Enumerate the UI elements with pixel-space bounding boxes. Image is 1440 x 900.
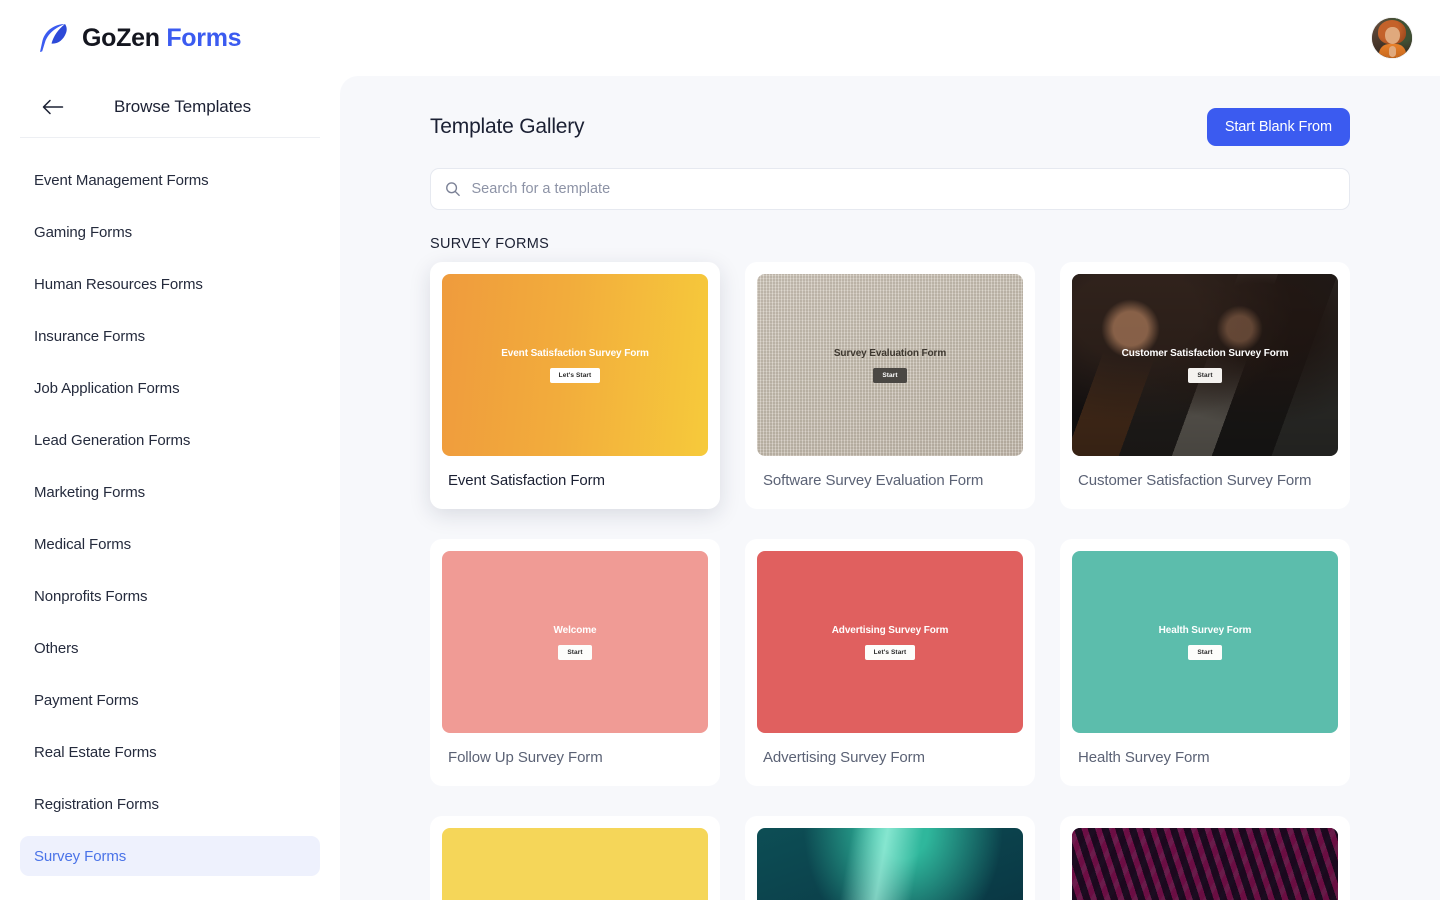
- template-card[interactable]: Event Satisfaction Survey Form Let's Star…: [430, 262, 720, 509]
- thumbnail-start-button[interactable]: Start: [1188, 367, 1222, 383]
- sidebar-item-real-estate-forms[interactable]: Real Estate Forms: [20, 732, 320, 772]
- brand-text: GoZen Forms: [82, 23, 242, 53]
- sidebar-item-registration-forms[interactable]: Registration Forms: [20, 784, 320, 824]
- template-card-caption: Health Survey Form: [1078, 749, 1210, 766]
- sidebar-item-label: Job Application Forms: [34, 379, 180, 397]
- sidebar-item-label: Registration Forms: [34, 795, 159, 813]
- thumbnail-title: Health Survey Form: [1158, 624, 1252, 636]
- template-thumbnail[interactable]: Customer Satisfaction Survey Form Start: [1072, 274, 1338, 456]
- sidebar-item-label: Human Resources Forms: [34, 275, 203, 293]
- thumbnail-title: Welcome: [553, 624, 597, 636]
- sidebar-item-label: Lead Generation Forms: [34, 431, 191, 449]
- sidebar-nav: Event Management Forms Gaming Forms Human …: [0, 138, 340, 876]
- thumbnail-start-button[interactable]: Start: [558, 644, 592, 660]
- page-title: Template Gallery: [430, 115, 585, 138]
- template-card-caption: Event Satisfaction Form: [448, 472, 605, 489]
- template-card[interactable]: Survey Evaluation Form Start Software Surv…: [745, 262, 1035, 509]
- sidebar-item-label: Nonprofits Forms: [34, 587, 148, 605]
- sidebar-item-gaming-forms[interactable]: Gaming Forms: [20, 212, 320, 252]
- gallery-header: Template Gallery Start Blank From: [430, 104, 1350, 150]
- sidebar-item-label: Insurance Forms: [34, 327, 146, 345]
- avatar-face: [1385, 27, 1400, 44]
- template-card[interactable]: Advertising Survey Form Let's Start Advert…: [745, 539, 1035, 786]
- start-blank-form-button[interactable]: Start Blank From: [1206, 108, 1350, 146]
- template-card[interactable]: Support Satisfaction SurveyLet's Start: [745, 816, 1035, 900]
- template-card[interactable]: Health Survey Form Start Health Survey For…: [1060, 539, 1350, 786]
- template-grid: Event Satisfaction Survey Form Let's Star…: [430, 262, 1350, 900]
- search-input[interactable]: [471, 169, 1335, 209]
- arrow-left-icon: [42, 99, 64, 114]
- template-thumbnail[interactable]: Client Satisfaction SurveyLet's Start: [1072, 828, 1338, 900]
- sidebar: Browse Templates Event Management Forms G…: [0, 76, 340, 900]
- back-button[interactable]: [40, 94, 66, 120]
- template-thumbnail[interactable]: Support Satisfaction SurveyLet's Start: [757, 828, 1023, 900]
- sidebar-item-payment-forms[interactable]: Payment Forms: [20, 680, 320, 720]
- sidebar-item-lead-generation-forms[interactable]: Lead Generation Forms: [20, 420, 320, 460]
- section-label: SURVEY FORMS: [430, 236, 550, 252]
- sidebar-item-others[interactable]: Others: [20, 628, 320, 668]
- thumbnail-artwork: [1072, 828, 1338, 900]
- sidebar-item-survey-forms[interactable]: Survey Forms: [20, 836, 320, 876]
- thumbnail-title: Advertising Survey Form: [831, 624, 949, 636]
- thumbnail-title: Survey Evaluation Form: [833, 347, 947, 359]
- sidebar-item-human-resources-forms[interactable]: Human Resources Forms: [20, 264, 320, 304]
- template-card-caption: Advertising Survey Form: [763, 749, 925, 766]
- sidebar-item-label: Medical Forms: [34, 535, 132, 553]
- brand-logo[interactable]: GoZen Forms: [36, 21, 242, 55]
- sidebar-item-job-application-forms[interactable]: Job Application Forms: [20, 368, 320, 408]
- template-card[interactable]: Job Satisfaction Survey FormStart: [430, 816, 720, 900]
- thumbnail-title: Customer Satisfaction Survey Form: [1121, 347, 1289, 359]
- sidebar-title: Browse Templates: [114, 96, 251, 116]
- template-thumbnail[interactable]: Job Satisfaction Survey FormStart: [442, 828, 708, 900]
- template-thumbnail[interactable]: Advertising Survey Form Let's Start: [757, 551, 1023, 733]
- template-card[interactable]: Welcome Start Follow Up Survey Form: [430, 539, 720, 786]
- brand-name: GoZen: [82, 23, 160, 52]
- sidebar-header: Browse Templates: [20, 76, 320, 138]
- top-bar: GoZen Forms: [0, 0, 1440, 76]
- sidebar-item-label: Others: [34, 639, 79, 657]
- sidebar-item-label: Payment Forms: [34, 691, 139, 709]
- template-thumbnail[interactable]: Health Survey Form Start: [1072, 551, 1338, 733]
- feather-icon: [40, 24, 67, 52]
- thumbnail-artwork: [757, 828, 1023, 900]
- avatar-hand: [1389, 46, 1396, 57]
- template-card-caption: Software Survey Evaluation Form: [763, 472, 984, 489]
- main-panel: Template Gallery Start Blank From SURVEY…: [340, 76, 1440, 900]
- avatar[interactable]: [1372, 18, 1412, 58]
- template-thumbnail[interactable]: Survey Evaluation Form Start: [757, 274, 1023, 456]
- template-thumbnail[interactable]: Event Satisfaction Survey Form Let's Star…: [442, 274, 708, 456]
- sidebar-item-label: Survey Forms: [34, 847, 127, 865]
- template-card[interactable]: Customer Satisfaction Survey Form Start Cu…: [1060, 262, 1350, 509]
- sidebar-item-label: Marketing Forms: [34, 483, 146, 501]
- sidebar-item-insurance-forms[interactable]: Insurance Forms: [20, 316, 320, 356]
- thumbnail-artwork: [757, 274, 1023, 456]
- sidebar-item-nonprofits-forms[interactable]: Nonprofits Forms: [20, 576, 320, 616]
- thumbnail-artwork: [1072, 274, 1338, 456]
- thumbnail-start-button[interactable]: Let's Start: [864, 644, 916, 660]
- sidebar-item-label: Event Management Forms: [34, 171, 209, 189]
- template-card[interactable]: Client Satisfaction SurveyLet's Start: [1060, 816, 1350, 900]
- thumbnail-start-button[interactable]: Start: [1188, 644, 1222, 660]
- thumbnail-start-button[interactable]: Let's Start: [549, 367, 601, 383]
- sidebar-item-label: Gaming Forms: [34, 223, 132, 241]
- template-card-caption: Follow Up Survey Form: [448, 749, 603, 766]
- template-card-caption: Customer Satisfaction Survey Form: [1078, 472, 1312, 489]
- thumbnail-title: Event Satisfaction Survey Form: [501, 347, 649, 359]
- sidebar-item-event-management-forms[interactable]: Event Management Forms: [20, 160, 320, 200]
- sidebar-item-label: Real Estate Forms: [34, 743, 157, 761]
- thumbnail-start-button[interactable]: Start: [873, 367, 907, 383]
- search-bar[interactable]: [430, 168, 1350, 210]
- sidebar-item-marketing-forms[interactable]: Marketing Forms: [20, 472, 320, 512]
- sidebar-item-medical-forms[interactable]: Medical Forms: [20, 524, 320, 564]
- template-thumbnail[interactable]: Welcome Start: [442, 551, 708, 733]
- brand-suffix: Forms: [166, 23, 242, 52]
- search-icon: [446, 182, 460, 197]
